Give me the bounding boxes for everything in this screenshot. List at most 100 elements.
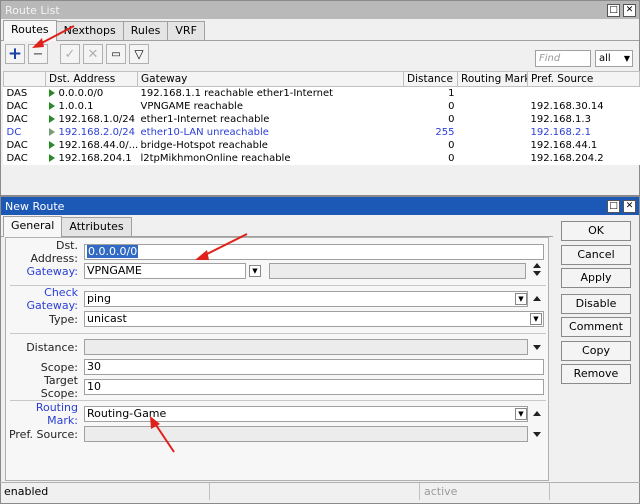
- row-pref-src: 192.168.30.14: [530, 100, 604, 112]
- new-route-titlebar[interactable]: New Route □ ✕: [1, 197, 639, 215]
- disable-icon[interactable]: ✕: [83, 44, 103, 64]
- divider: [10, 333, 546, 334]
- gateway-extra-field[interactable]: [269, 263, 526, 279]
- row-gateway: l2tpMikhmonOnline reachable: [140, 152, 291, 164]
- route-list-titlebar[interactable]: Route List □ ✕: [1, 1, 639, 19]
- comment-icon[interactable]: ▭: [106, 44, 126, 64]
- new-route-title: New Route: [5, 199, 65, 213]
- table-row[interactable]: DAC 192.168.44.0/... bridge-Hotspot reac…: [4, 139, 640, 152]
- ok-button[interactable]: OK: [561, 221, 631, 241]
- find-input[interactable]: Find: [535, 50, 591, 67]
- column-header-distance[interactable]: Distance: [403, 71, 458, 87]
- divider: [10, 285, 546, 286]
- route-list-tabs: Routes Nexthops Rules VRF: [1, 19, 639, 41]
- route-table: Dst. Address Gateway Distance Routing Ma…: [3, 71, 640, 165]
- type-label: Type:: [49, 312, 78, 326]
- gateway-field[interactable]: VPNGAME: [84, 263, 246, 279]
- row-flags: DAC: [6, 100, 28, 112]
- status-bar: enabled active: [0, 482, 640, 500]
- row-flags: DAS: [6, 87, 28, 99]
- row-flags: DAC: [6, 113, 28, 125]
- copy-button[interactable]: Copy: [561, 341, 631, 361]
- disable-button[interactable]: Disable: [561, 294, 631, 314]
- active-route-icon: [48, 88, 55, 97]
- route-table-header: Dst. Address Gateway Distance Routing Ma…: [3, 71, 640, 87]
- row-dst: 1.0.0.1: [58, 100, 94, 112]
- tab-rules[interactable]: Rules: [122, 21, 169, 40]
- pref-source-label: Pref. Source:: [8, 427, 78, 441]
- scope-field[interactable]: 30: [84, 359, 544, 375]
- gateway-dropdown-icon[interactable]: ▼: [249, 265, 261, 277]
- column-header-dst[interactable]: Dst. Address: [45, 71, 138, 87]
- table-row[interactable]: DAC 1.0.0.1 VPNGAME reachable 0 192.168.…: [4, 100, 640, 113]
- scope-label: Scope:: [40, 360, 78, 374]
- row-distance: 1: [448, 87, 455, 99]
- column-header-pref-source[interactable]: Pref. Source: [527, 71, 640, 87]
- row-mark: [458, 126, 528, 139]
- type-select[interactable]: unicast: [84, 311, 544, 327]
- routing-mark-up-icon[interactable]: [533, 411, 541, 416]
- status-middle: [210, 483, 420, 500]
- scope-value: 30: [87, 360, 101, 373]
- apply-button[interactable]: Apply: [561, 268, 631, 288]
- distance-down-icon[interactable]: [533, 345, 541, 350]
- new-route-tabs: General Attributes: [1, 215, 553, 237]
- maximize-icon[interactable]: □: [607, 199, 620, 213]
- row-gateway: VPNGAME reachable: [140, 100, 243, 112]
- cancel-button[interactable]: Cancel: [561, 245, 631, 265]
- row-dst: 192.168.44.0/...: [58, 139, 138, 151]
- row-mark: [458, 113, 528, 126]
- dst-address-value: 0.0.0.0/0: [87, 245, 139, 258]
- gateway-value: VPNGAME: [87, 264, 142, 277]
- new-route-window: New Route □ ✕ General Attributes Dst. Ad…: [0, 196, 640, 504]
- filter-select[interactable]: all ▼: [595, 50, 633, 67]
- row-distance: 255: [435, 126, 455, 138]
- type-dropdown-icon[interactable]: ▼: [530, 313, 542, 325]
- general-form: Dst. Address: 0.0.0.0/0 Gateway: VPNGAME…: [5, 237, 549, 481]
- close-icon[interactable]: ✕: [623, 3, 636, 17]
- row-distance: 0: [448, 113, 455, 125]
- gateway-label: Gateway:: [26, 264, 79, 278]
- table-row[interactable]: DAS 0.0.0.0/0 192.168.1.1 reachable ethe…: [4, 87, 640, 100]
- row-pref-src: 192.168.44.1: [530, 139, 598, 151]
- annotation-arrow-add: [32, 25, 75, 48]
- route-list-window: Route List □ ✕ Routes Nexthops Rules VRF…: [0, 0, 640, 196]
- active-route-icon: [48, 101, 55, 110]
- target-scope-field[interactable]: 10: [84, 379, 544, 395]
- filter-icon[interactable]: ▽: [129, 44, 149, 64]
- comment-button[interactable]: Comment: [561, 317, 631, 337]
- tab-vrf[interactable]: VRF: [167, 21, 205, 40]
- column-header-mark[interactable]: Routing Mark: [457, 71, 528, 87]
- close-icon[interactable]: ✕: [623, 199, 636, 213]
- column-header-flags[interactable]: [3, 71, 46, 87]
- check-gateway-select[interactable]: ping: [84, 291, 528, 307]
- row-dst: 0.0.0.0/0: [58, 87, 104, 99]
- row-gateway: 192.168.1.1 reachable ether1-Internet: [140, 87, 334, 99]
- gateway-up-icon[interactable]: [533, 263, 541, 268]
- tab-general[interactable]: General: [3, 216, 63, 237]
- row-gateway: ether10-LAN unreachable: [140, 126, 269, 138]
- pref-source-down-icon[interactable]: [533, 432, 541, 437]
- row-gateway: ether1-Internet reachable: [140, 113, 270, 125]
- table-row[interactable]: DAC 192.168.1.0/24 ether1-Internet reach…: [4, 113, 640, 126]
- check-gateway-label: Check Gateway:: [26, 286, 79, 312]
- routing-mark-dropdown-icon[interactable]: ▼: [515, 408, 527, 420]
- annotation-arrow-dst: [195, 233, 248, 260]
- check-gateway-up-icon[interactable]: [533, 296, 541, 301]
- remove-button[interactable]: Remove: [561, 364, 631, 384]
- maximize-icon[interactable]: □: [607, 3, 620, 17]
- table-row[interactable]: DAC 192.168.204.1 l2tpMikhmonOnline reac…: [4, 152, 640, 165]
- table-row[interactable]: DC 192.168.2.0/24 ether10-LAN unreachabl…: [4, 126, 640, 139]
- column-header-gateway[interactable]: Gateway: [137, 71, 404, 87]
- row-dst-cell: 192.168.2.0/24: [46, 126, 138, 139]
- status-enabled: enabled: [0, 483, 210, 500]
- gateway-down-icon[interactable]: [533, 271, 541, 276]
- chevron-down-icon: ▼: [623, 54, 630, 63]
- annotation-arrow-mark: [150, 416, 175, 453]
- filter-select-value: all: [599, 53, 611, 64]
- tab-attributes[interactable]: Attributes: [61, 217, 132, 236]
- row-dst-cell: 192.168.44.0/...: [46, 139, 138, 152]
- distance-field[interactable]: [84, 339, 528, 355]
- check-gateway-dropdown-icon[interactable]: ▼: [515, 293, 527, 305]
- dst-address-field[interactable]: 0.0.0.0/0: [84, 244, 544, 260]
